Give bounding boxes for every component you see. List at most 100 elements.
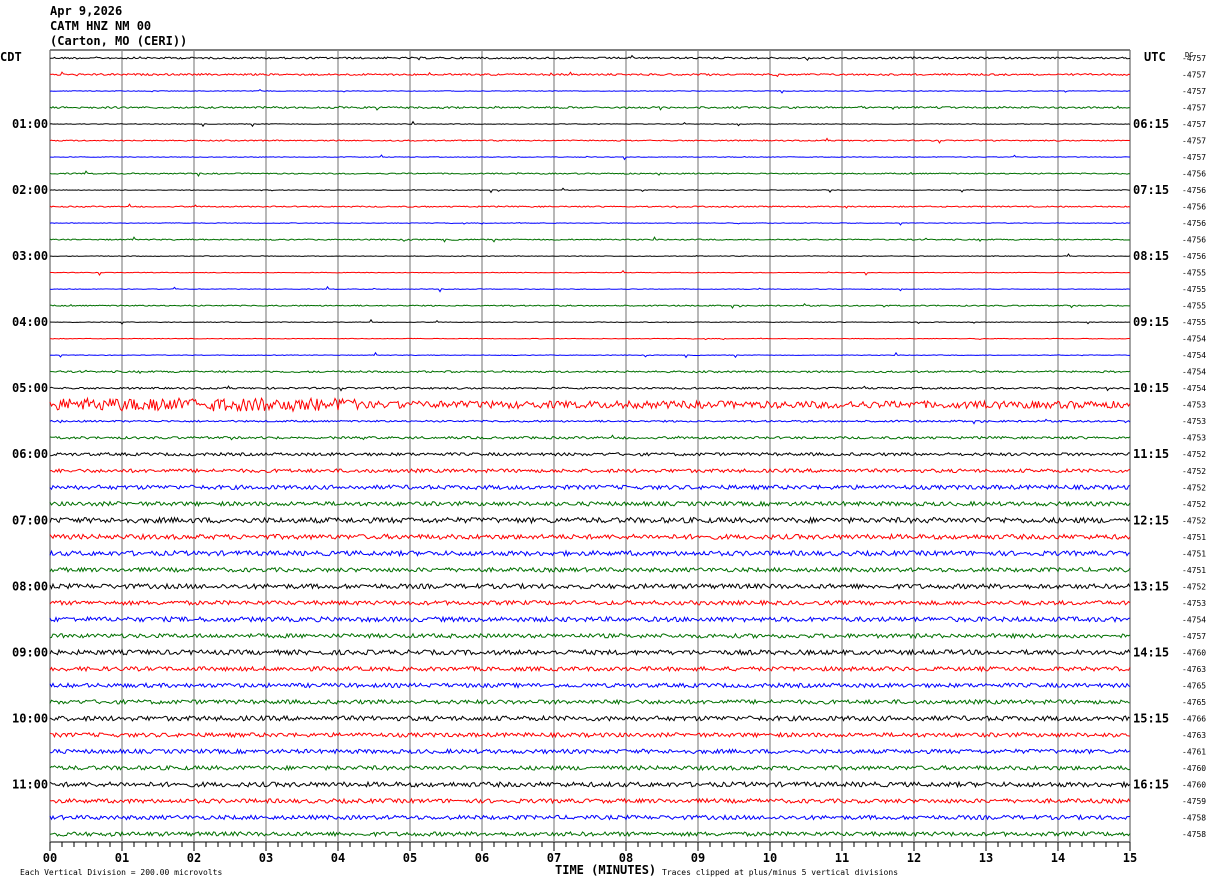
trace-line [49,303,1130,309]
dc-value: -4760 [1182,648,1206,657]
utc-hour-label: 15:15 [1133,711,1169,725]
dc-value: -4757 [1182,54,1206,63]
dc-value: -4754 [1182,615,1206,624]
dc-value: -4766 [1182,714,1206,723]
cdt-hour-label: 04:00 [12,315,48,329]
trace-line [49,632,1131,640]
trace-line [49,434,1131,441]
utc-hour-label: 08:15 [1133,249,1169,263]
trace-line [49,532,1131,541]
dc-value: -4756 [1182,219,1206,228]
dc-value: -4765 [1182,681,1206,690]
cdt-hour-label: 10:00 [12,711,48,725]
utc-hour-label: 09:15 [1133,315,1169,329]
trace-line [49,221,1131,226]
trace-line [49,337,1130,341]
trace-line [49,764,1131,772]
trace-line [49,483,1131,491]
dc-value: -4751 [1182,533,1206,542]
dc-value: -4753 [1182,599,1206,608]
trace-line [49,88,1131,94]
dc-value: -4752 [1182,582,1206,591]
trace-line [49,748,1131,755]
x-tick-label: 08 [619,851,633,865]
trace-line [49,418,1131,425]
trace-line [49,71,1131,78]
cdt-hour-label: 01:00 [12,117,48,131]
trace-line [49,599,1131,607]
x-tick-label: 00 [43,851,57,865]
dc-value: -4755 [1182,302,1206,311]
trace-line [49,549,1131,558]
utc-axis-title: UTC [1144,50,1166,64]
dc-value: -4753 [1182,434,1206,443]
dc-value: -4752 [1182,467,1206,476]
dc-value: -4765 [1182,698,1206,707]
dc-value: -4752 [1182,450,1206,459]
trace-line [49,137,1131,144]
trace-line [49,780,1131,789]
cdt-hour-label: 03:00 [12,249,48,263]
trace-line [49,120,1131,128]
trace-line [49,236,1131,243]
trace-line [49,714,1131,723]
dc-value: -4756 [1182,170,1206,179]
utc-hour-label: 14:15 [1133,645,1169,659]
trace-line [49,318,1130,325]
trace-line [49,170,1131,178]
trace-line [49,54,1131,62]
dc-value: -4758 [1182,830,1206,839]
x-tick-label: 02 [187,851,201,865]
cdt-hour-label: 09:00 [12,645,48,659]
cdt-hour-label: 11:00 [12,777,48,791]
trace-line [49,582,1131,591]
utc-hour-label: 12:15 [1133,513,1169,527]
trace-line [49,269,1131,276]
dc-value: -4752 [1182,516,1206,525]
trace-line [49,187,1131,194]
trace-line [49,467,1131,474]
dc-value: -4754 [1182,384,1206,393]
x-tick-label: 09 [691,851,705,865]
dc-value: -4755 [1182,285,1206,294]
trace-line [49,830,1131,838]
helicorder-plot: CDT UTC DC TIME (MINUTES) Each Vertical … [0,49,1206,877]
trace-line [49,369,1131,375]
trace-line [49,385,1131,392]
x-tick-label: 01 [115,851,129,865]
dc-value: -4756 [1182,186,1206,195]
cdt-hour-label: 08:00 [12,579,48,593]
dc-value: -4756 [1182,203,1206,212]
trace-line [49,516,1131,525]
dc-value: -4754 [1182,351,1206,360]
dc-value: -4751 [1182,566,1206,575]
dc-value: -4757 [1182,632,1206,641]
dc-value: -4757 [1182,87,1206,96]
dc-value: -4758 [1182,813,1206,822]
x-tick-label: 04 [331,851,345,865]
utc-hour-label: 16:15 [1133,777,1169,791]
trace-line [49,682,1131,689]
trace-line [49,285,1131,293]
cdt-axis-title: CDT [0,50,22,64]
dc-value: -4760 [1182,764,1206,773]
utc-hour-label: 07:15 [1133,183,1169,197]
x-tick-label: 15 [1123,851,1137,865]
cdt-hour-label: 05:00 [12,381,48,395]
dc-value: -4752 [1182,500,1206,509]
x-tick-label: 10 [763,851,777,865]
dc-value: -4755 [1182,269,1206,278]
x-tick-label: 11 [835,851,849,865]
dc-value: -4763 [1182,731,1206,740]
x-tick-label: 05 [403,851,417,865]
dc-value: -4753 [1182,417,1206,426]
trace-line [50,154,1130,161]
dc-value: -4757 [1182,71,1206,80]
dc-value: -4754 [1182,335,1206,344]
dc-value: -4763 [1182,665,1206,674]
trace-line [49,351,1130,359]
utc-hour-label: 13:15 [1133,579,1169,593]
trace-line [49,451,1130,457]
scale-note: Each Vertical Division = 200.00 microvol… [20,868,222,877]
dc-value: -4753 [1182,401,1206,410]
